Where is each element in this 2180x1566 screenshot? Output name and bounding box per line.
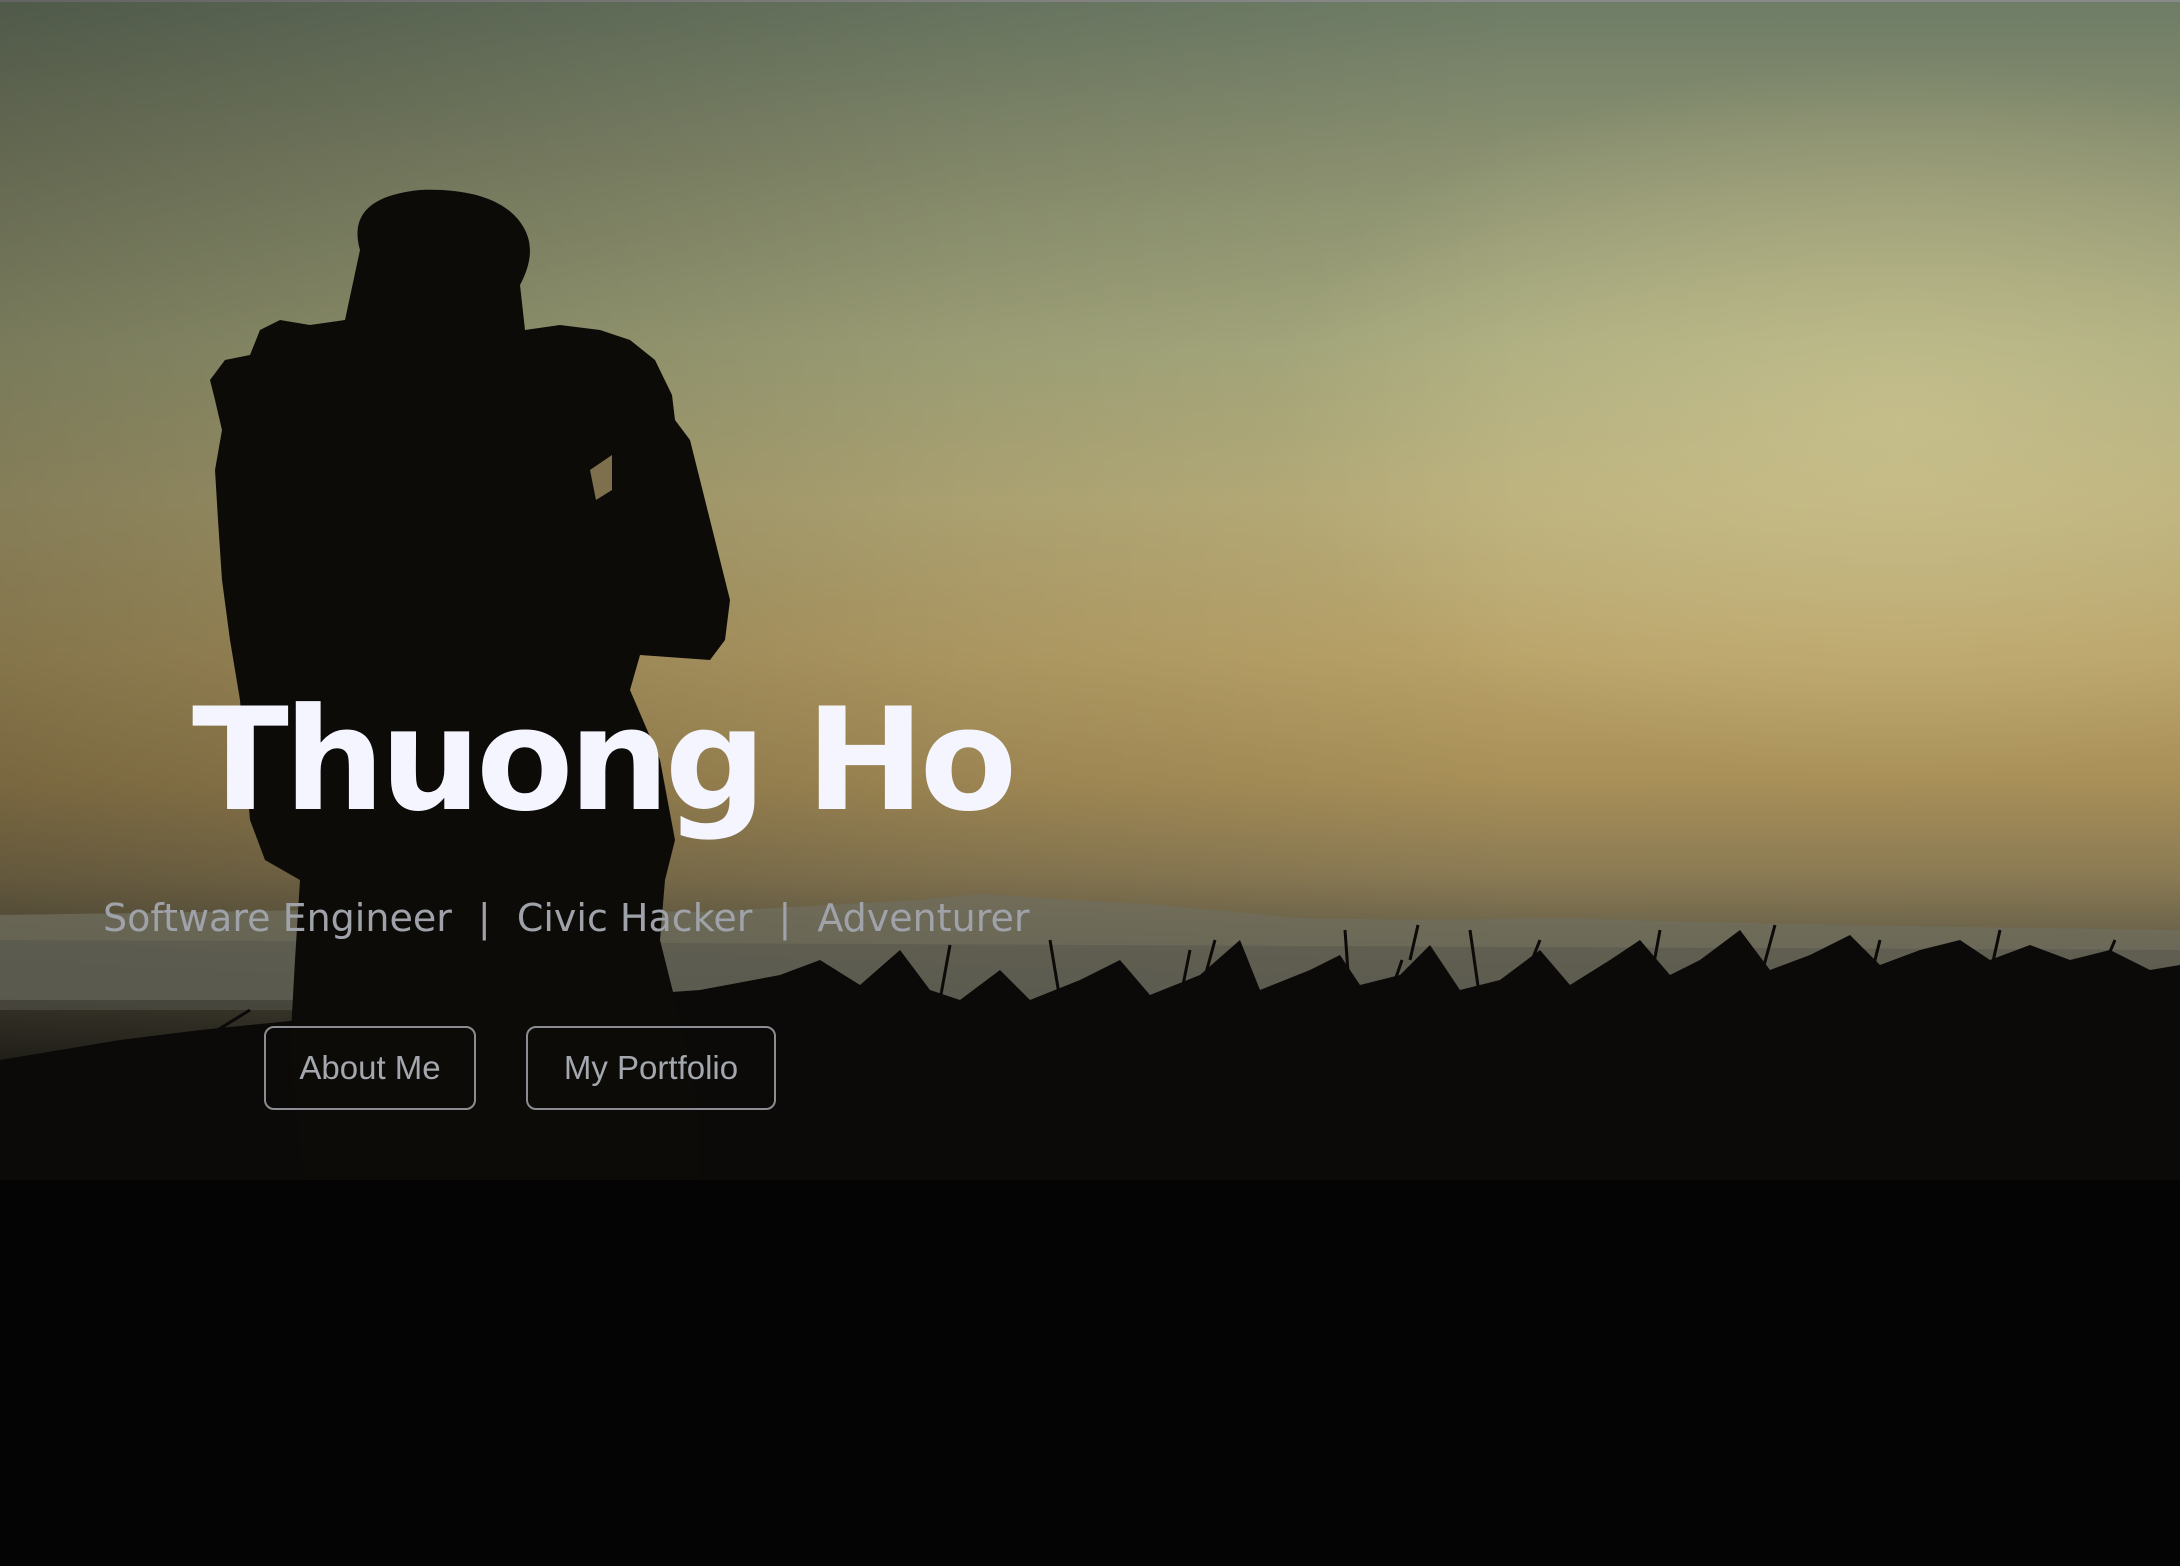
tagline-separator: |	[477, 896, 491, 940]
hero-name: Thuong Ho	[192, 678, 1017, 843]
hero-section: Thuong Ho Software Engineer | Civic Hack…	[0, 0, 2180, 1566]
tagline-separator: |	[778, 896, 792, 940]
role-civic-hacker: Civic Hacker	[516, 896, 753, 940]
role-software-engineer: Software Engineer	[103, 896, 452, 940]
role-adventurer: Adventurer	[817, 896, 1030, 940]
my-portfolio-button[interactable]: My Portfolio	[526, 1026, 776, 1110]
about-me-button[interactable]: About Me	[264, 1026, 476, 1110]
tagline: Software Engineer | Civic Hacker | Adven…	[103, 896, 1030, 940]
foreground-shadow	[0, 1180, 2180, 1566]
